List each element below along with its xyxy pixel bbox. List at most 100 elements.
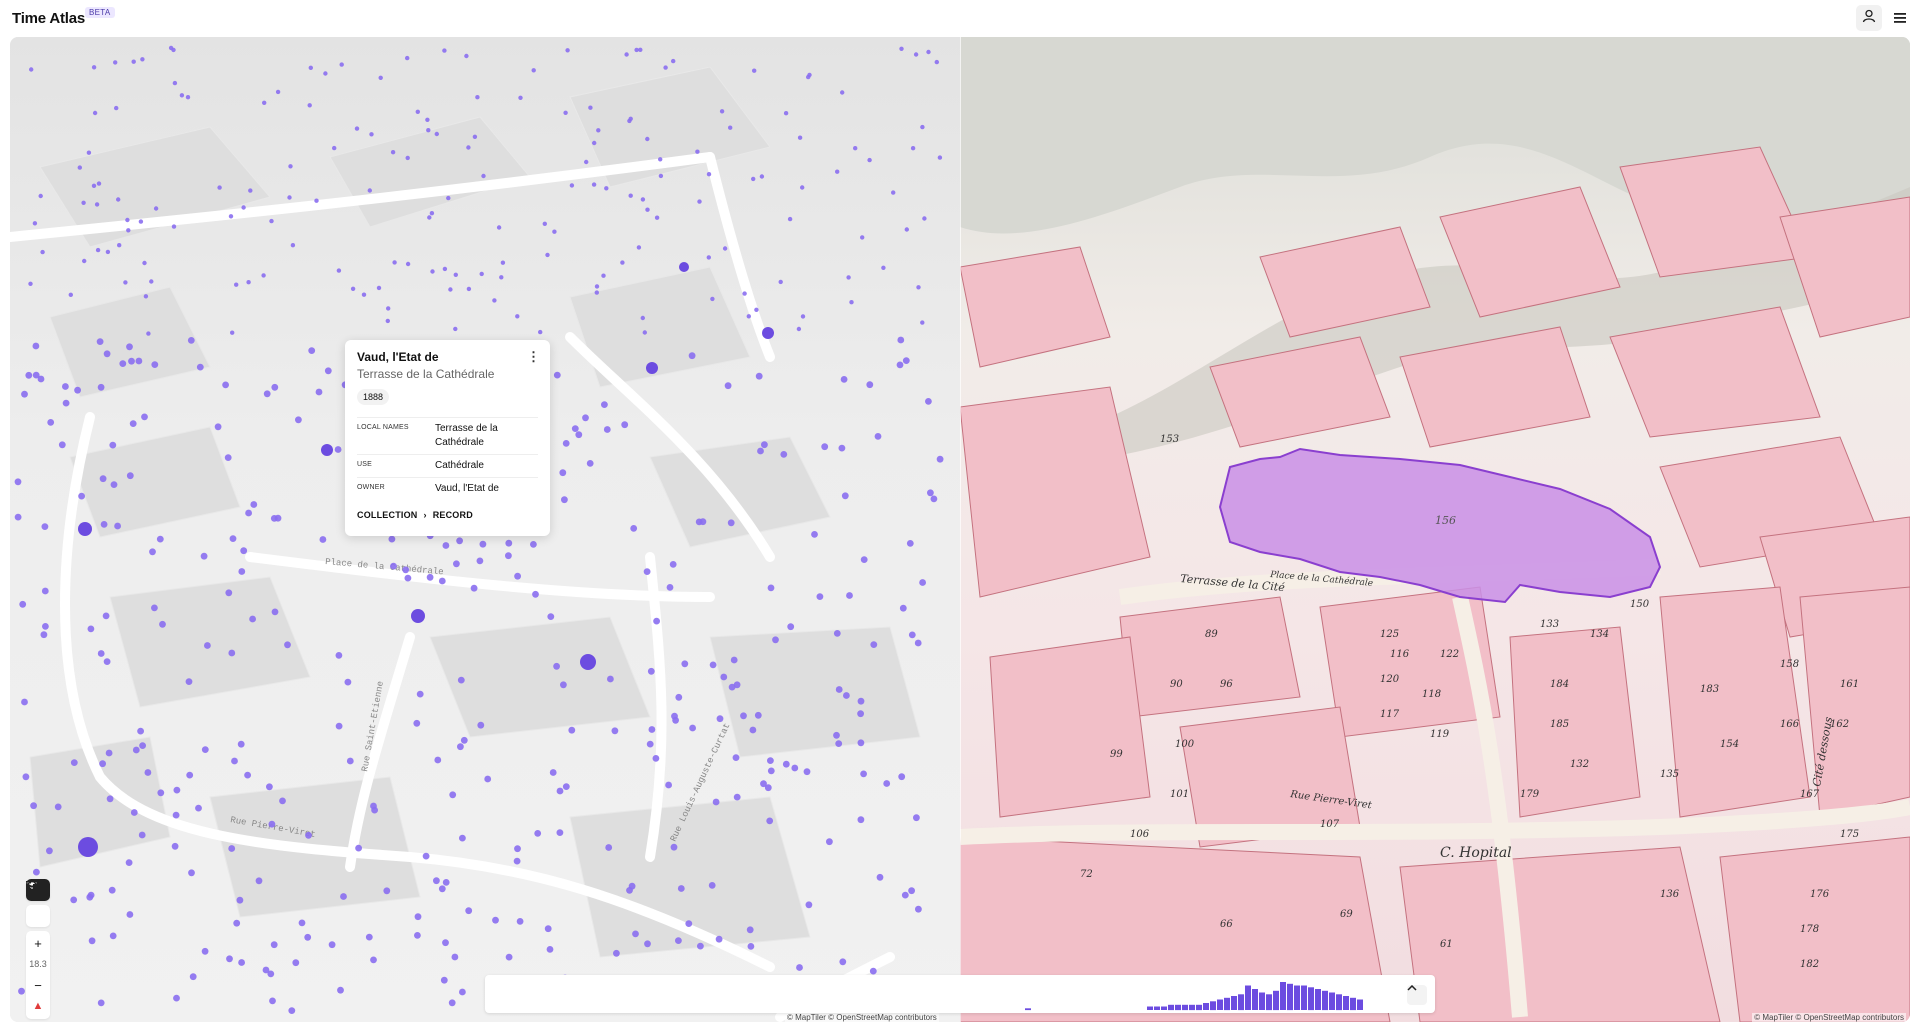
place-marker[interactable] xyxy=(782,760,790,768)
compass-icon[interactable]: ▲ xyxy=(26,996,50,1017)
place-marker[interactable] xyxy=(78,492,85,500)
place-marker[interactable] xyxy=(386,306,391,311)
place-marker[interactable] xyxy=(835,686,843,693)
histogram-bar[interactable] xyxy=(1154,1006,1160,1011)
place-marker[interactable] xyxy=(151,604,158,612)
place-marker[interactable] xyxy=(695,149,700,154)
histogram-bar[interactable] xyxy=(1329,992,1335,1011)
place-marker[interactable] xyxy=(742,291,747,296)
place-marker[interactable] xyxy=(706,172,712,177)
place-marker[interactable] xyxy=(663,65,668,70)
place-marker[interactable] xyxy=(534,830,542,837)
place-marker[interactable] xyxy=(733,793,741,801)
place-marker[interactable] xyxy=(780,451,788,458)
place-marker[interactable] xyxy=(42,623,49,630)
place-marker[interactable] xyxy=(720,673,728,681)
place-marker[interactable] xyxy=(460,736,468,744)
place-marker[interactable] xyxy=(14,513,22,521)
place-marker[interactable] xyxy=(307,103,312,108)
place-marker[interactable] xyxy=(640,197,646,202)
place-marker[interactable] xyxy=(238,959,246,966)
place-marker[interactable] xyxy=(767,584,775,592)
place-marker[interactable] xyxy=(681,660,689,668)
place-marker[interactable] xyxy=(135,357,143,365)
place-marker[interactable] xyxy=(475,95,480,100)
place-marker[interactable] xyxy=(189,973,197,981)
place-marker[interactable] xyxy=(41,523,49,530)
place-marker[interactable] xyxy=(860,556,868,563)
place-marker[interactable] xyxy=(229,535,237,542)
histogram-bar[interactable] xyxy=(1161,1006,1167,1011)
place-marker[interactable] xyxy=(414,913,422,921)
place-marker[interactable] xyxy=(416,690,424,698)
place-marker[interactable] xyxy=(96,338,104,345)
place-marker[interactable] xyxy=(19,600,27,608)
place-marker[interactable] xyxy=(284,641,291,649)
place-marker[interactable] xyxy=(730,656,738,664)
place-marker[interactable] xyxy=(754,307,759,312)
place-marker[interactable] xyxy=(171,842,179,850)
place-marker[interactable] xyxy=(383,887,391,895)
place-marker[interactable] xyxy=(108,886,116,894)
place-marker[interactable] xyxy=(275,89,281,95)
place-marker[interactable] xyxy=(876,873,884,881)
place-marker[interactable] xyxy=(563,110,568,116)
place-marker[interactable] xyxy=(370,802,377,810)
place-marker[interactable] xyxy=(904,227,909,232)
place-marker[interactable] xyxy=(261,273,266,278)
place-marker[interactable] xyxy=(841,492,849,500)
place-marker[interactable] xyxy=(840,90,845,95)
place-marker[interactable] xyxy=(269,997,276,1005)
place-marker[interactable] xyxy=(514,845,521,853)
place-marker[interactable] xyxy=(157,789,165,797)
place-marker[interactable] xyxy=(109,932,117,940)
histogram-bar[interactable] xyxy=(1238,994,1244,1011)
histogram-bar[interactable] xyxy=(1301,985,1307,1011)
place-marker[interactable] xyxy=(354,126,360,131)
place-marker[interactable] xyxy=(246,280,251,285)
place-marker[interactable] xyxy=(339,62,344,67)
place-marker[interactable] xyxy=(81,200,86,205)
place-marker[interactable] xyxy=(446,195,451,201)
place-marker[interactable] xyxy=(14,478,22,486)
place-marker[interactable] xyxy=(249,615,256,623)
year-chip[interactable]: 1888 xyxy=(357,389,390,405)
place-marker[interactable] xyxy=(476,557,484,565)
place-marker[interactable] xyxy=(453,326,458,332)
place-marker[interactable] xyxy=(613,949,620,957)
place-marker[interactable] xyxy=(350,286,356,291)
place-marker[interactable] xyxy=(100,521,108,528)
histogram-bar[interactable] xyxy=(1175,1004,1181,1011)
place-marker[interactable] xyxy=(803,768,811,776)
place-marker[interactable] xyxy=(149,279,154,284)
menu-button[interactable] xyxy=(1890,8,1910,28)
place-marker[interactable] xyxy=(556,829,564,836)
place-marker[interactable] xyxy=(228,214,234,219)
place-marker[interactable] xyxy=(47,419,55,426)
place-marker[interactable] xyxy=(336,268,342,273)
histogram-bar[interactable] xyxy=(1196,1004,1202,1011)
place-marker[interactable] xyxy=(481,173,486,179)
place-marker[interactable] xyxy=(772,636,779,644)
place-marker[interactable] xyxy=(866,381,874,389)
place-marker[interactable] xyxy=(899,46,904,51)
place-marker[interactable] xyxy=(860,235,865,240)
timeline-panel[interactable] xyxy=(485,975,1435,1013)
place-marker[interactable] xyxy=(840,376,848,383)
place-marker[interactable] xyxy=(805,901,813,909)
place-marker[interactable] xyxy=(82,258,87,264)
place-marker[interactable] xyxy=(513,857,521,865)
place-marker[interactable] xyxy=(632,930,639,938)
place-marker[interactable] xyxy=(228,649,236,657)
place-marker[interactable] xyxy=(234,282,239,287)
histogram-bar[interactable] xyxy=(1287,983,1293,1011)
place-marker[interactable] xyxy=(22,773,30,781)
place-marker[interactable] xyxy=(434,756,442,764)
place-marker[interactable] xyxy=(270,515,278,522)
place-marker[interactable] xyxy=(448,287,453,292)
histogram-bar[interactable] xyxy=(1266,994,1272,1011)
place-marker[interactable] xyxy=(94,202,100,207)
place-marker[interactable] xyxy=(545,252,550,258)
place-marker[interactable] xyxy=(117,243,122,248)
place-marker[interactable] xyxy=(451,953,459,961)
